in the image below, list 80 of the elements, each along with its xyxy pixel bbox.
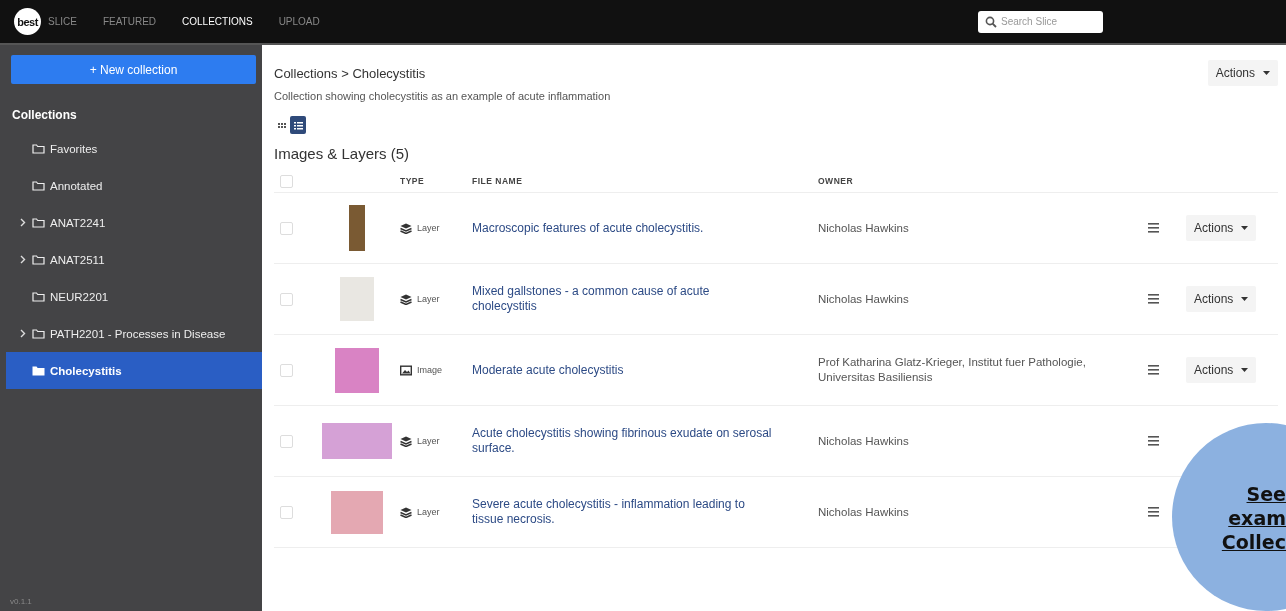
sidebar-item[interactable]: ANAT2241 bbox=[6, 204, 262, 241]
caret-icon bbox=[1263, 71, 1270, 75]
callout-link[interactable]: exam bbox=[1228, 506, 1286, 530]
folder-icon bbox=[32, 217, 45, 228]
row-checkbox[interactable] bbox=[280, 505, 293, 519]
caret-icon bbox=[1241, 368, 1249, 372]
file-name-link[interactable]: Acute cholecystitis showing fibrinous exudate on serosal surface. bbox=[472, 426, 772, 456]
callout-link[interactable]: Collec bbox=[1221, 530, 1286, 554]
actions-button[interactable]: Actions bbox=[1186, 286, 1257, 312]
sidebar-heading: Collections bbox=[11, 108, 78, 122]
thumbnail-placeholder bbox=[349, 205, 365, 251]
menu-icon bbox=[1148, 365, 1159, 375]
column-header: FILE NAME bbox=[472, 176, 524, 186]
version-text: v0.1.1 bbox=[9, 597, 33, 608]
type-label: Layer bbox=[417, 507, 440, 517]
section-title: Images & Layers (5) bbox=[274, 145, 411, 162]
row-checkbox[interactable] bbox=[280, 292, 293, 306]
select-all-checkbox[interactable] bbox=[280, 174, 293, 188]
folder-icon bbox=[32, 254, 45, 265]
new-collection-button[interactable]: + New collection bbox=[11, 55, 256, 84]
sidebar-item[interactable]: Annotated bbox=[6, 167, 262, 204]
caret-icon bbox=[1241, 297, 1249, 301]
thumbnail-placeholder bbox=[335, 347, 379, 393]
sidebar-item[interactable]: PATH2201 - Processes in Disease bbox=[6, 315, 262, 352]
type-label: Layer bbox=[417, 436, 440, 446]
caret-icon bbox=[1241, 226, 1249, 230]
stack-icon bbox=[400, 222, 412, 234]
folder-icon bbox=[32, 328, 45, 339]
nav-link[interactable]: COLLECTIONS bbox=[182, 16, 253, 27]
folder-icon bbox=[32, 180, 45, 191]
file-name-link[interactable]: Mixed gallstones - a common cause of acute cholecystitis bbox=[472, 284, 772, 314]
row-checkbox[interactable] bbox=[280, 434, 293, 448]
column-header: TYPE bbox=[399, 176, 426, 186]
type-label: Layer bbox=[417, 223, 440, 233]
search-icon bbox=[985, 15, 997, 28]
folder-icon bbox=[32, 143, 45, 154]
logo[interactable]: best bbox=[14, 8, 41, 35]
owner-name: Nicholas Hawkins bbox=[818, 220, 910, 236]
folder-icon bbox=[32, 291, 45, 302]
collection-description: Collection showing cholecystitis as an example of acute inflammation bbox=[274, 90, 612, 102]
search-field[interactable]: Search Slice bbox=[978, 10, 1103, 33]
breadcrumb: Collections > Cholecystitis bbox=[274, 65, 426, 81]
actions-button[interactable]: Actions bbox=[1186, 357, 1257, 383]
stack-icon bbox=[400, 506, 412, 518]
menu-icon bbox=[1148, 507, 1159, 517]
menu-icon bbox=[1148, 223, 1159, 233]
actions-button[interactable]: Actions bbox=[1186, 215, 1257, 241]
file-name-link[interactable]: Macroscopic features of acute cholecystitis. bbox=[472, 220, 772, 236]
thumbnail-placeholder bbox=[322, 423, 392, 459]
owner-name: Nicholas Hawkins bbox=[818, 433, 910, 449]
stack-icon bbox=[400, 293, 412, 305]
list-icon bbox=[293, 120, 303, 130]
file-name-link[interactable]: Severe acute cholecystitis - inflammation leading to tissue necrosis. bbox=[472, 497, 772, 527]
nav-link[interactable]: SLICE bbox=[48, 16, 77, 27]
sidebar-item[interactable]: ANAT2511 bbox=[6, 241, 262, 278]
sidebar-item[interactable]: Cholecystitis bbox=[6, 352, 262, 389]
list-view-button[interactable] bbox=[290, 116, 306, 134]
sidebar-item[interactable]: Favorites bbox=[6, 130, 262, 167]
column-header: OWNER bbox=[818, 174, 855, 188]
thumbnail-placeholder bbox=[340, 277, 374, 321]
menu-icon bbox=[1148, 294, 1159, 304]
owner-name: Nicholas Hawkins bbox=[818, 504, 910, 520]
sidebar-item[interactable]: NEUR2201 bbox=[6, 278, 262, 315]
menu-icon bbox=[1148, 436, 1159, 446]
nav-link[interactable]: UPLOAD bbox=[278, 16, 320, 27]
owner-name: Prof Katharina Glatz-Krieger, Institut fuer Pathologie, Universitas Basiliensis bbox=[818, 355, 1087, 385]
nav-link[interactable]: FEATURED bbox=[102, 16, 157, 27]
picture-icon bbox=[400, 364, 412, 376]
owner-name: Nicholas Hawkins bbox=[818, 291, 910, 307]
type-label: Layer bbox=[417, 294, 440, 304]
thumbnail-placeholder bbox=[331, 490, 383, 534]
actions-button[interactable]: Actions bbox=[1207, 60, 1278, 86]
grid-icon bbox=[277, 120, 287, 130]
callout-link[interactable]: See bbox=[1246, 482, 1286, 506]
type-label: Image bbox=[417, 365, 442, 375]
folder-icon bbox=[32, 365, 45, 376]
row-checkbox[interactable] bbox=[280, 221, 293, 235]
stack-icon bbox=[400, 435, 412, 447]
row-checkbox[interactable] bbox=[280, 363, 293, 377]
file-name-link[interactable]: Moderate acute cholecystitis bbox=[472, 362, 772, 378]
